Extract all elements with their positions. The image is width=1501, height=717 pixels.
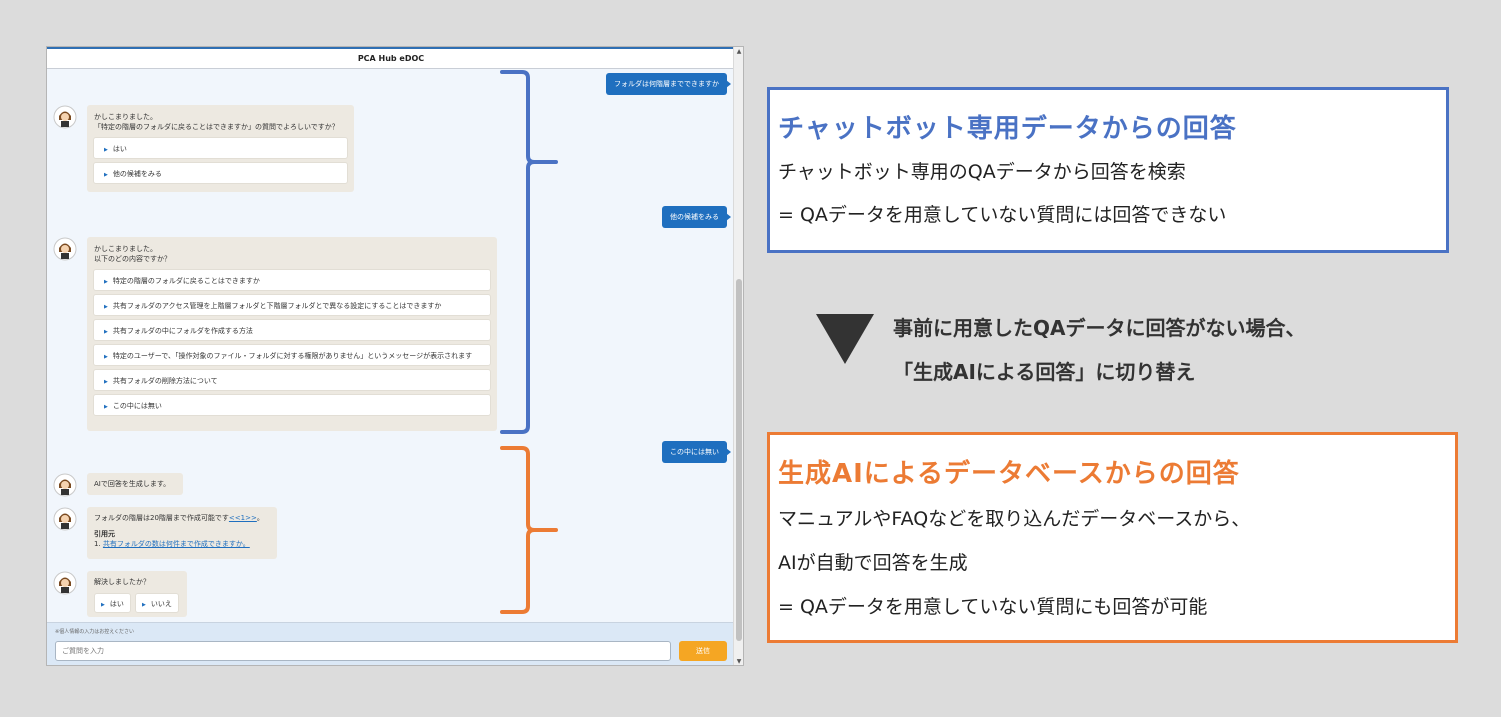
choice-item[interactable]: ▶ 特定のユーザーで、「操作対象のファイル・フォルダに対する権限がありません」とい… [93,344,491,366]
panel-heading: チャットボット専用データからの回答 [778,114,1237,144]
triangle-right-icon: ▶ [142,602,146,608]
chatbot-data-panel: チャットボット専用データからの回答 チャットボット専用のQAデータから回答を検索… [767,87,1449,253]
bot-avatar-icon [53,105,77,129]
bot-message: かしこまりました。 「特定の階層のフォルダに戻ることはできますか」の質問でよろし… [87,105,354,192]
message-input[interactable] [55,641,671,661]
input-area: ※個人情報の入力はお控えください 送信 [47,622,735,665]
triangle-right-icon: ▶ [104,329,108,335]
choice-other-candidates[interactable]: ▶ 他の候補をみる [93,162,348,184]
blue-brace [500,70,558,434]
bot-message: AIで回答を生成します。 [87,473,183,495]
user-message: フォルダは何階層までできますか [606,73,731,95]
panel-text: チャットボット専用のQAデータから回答を検索 [778,161,1186,183]
bot-message: フォルダの階層は20階層まで作成可能です<<1>>。 引用元 1. 共有フォルダ… [87,507,277,559]
input-notice: ※個人情報の入力はお控えください [55,629,135,635]
send-button[interactable]: 送信 [679,641,727,661]
chat-window: PCA Hub eDOC フォルダは何階層までできますか かしこまりました。 「… [46,46,744,666]
triangle-right-icon: ▶ [104,147,108,153]
choice-item[interactable]: ▶ 共有フォルダの中にフォルダを作成する方法 [93,319,491,341]
panel-text: = QAデータを用意していない質問には回答できない [778,204,1227,226]
triangle-right-icon: ▶ [104,172,108,178]
bot-avatar-icon [53,237,77,261]
bot-message-line: 以下のどの内容ですか？ [94,255,171,263]
scroll-up-arrow-icon[interactable]: ▲ [734,47,743,57]
choice-yes[interactable]: ▶ はい [93,137,348,159]
triangle-right-icon: ▶ [104,279,108,285]
bot-message-line: かしこまりました。 [94,113,157,121]
panel-text: AIが自動で回答を生成 [778,552,968,574]
panel-text: = QAデータを用意していない質問にも回答が可能 [778,596,1208,618]
bot-message: 解決しましたか？ ▶ はい ▶ いいえ [87,571,187,617]
transition-text: 事前に用意したQAデータに回答がない場合、 「生成AIによる回答」に切り替え [893,316,1306,384]
source-link[interactable]: 共有フォルダの数は何件まで作成できますか。 [103,540,250,548]
bot-avatar-icon [53,507,77,531]
triangle-right-icon: ▶ [104,304,108,310]
triangle-right-icon: ▶ [104,379,108,385]
resolved-yes-button[interactable]: ▶ はい [94,593,131,613]
choice-item[interactable]: ▶ 特定の階層のフォルダに戻ることはできますか [93,269,491,291]
user-message: 他の候補をみる [662,206,731,228]
bot-message-line: かしこまりました。 [94,245,157,253]
triangle-right-icon: ▶ [104,404,108,410]
reference-link[interactable]: <<1>> [229,514,257,522]
scroll-thumb[interactable] [736,279,742,641]
choice-none[interactable]: ▶ この中には無い [93,394,491,416]
panel-heading: 生成AIによるデータベースからの回答 [778,459,1240,489]
user-message: この中には無い [662,441,731,463]
bot-message: かしこまりました。 以下のどの内容ですか？ ▶ 特定の階層のフォルダに戻ることはで… [87,237,497,431]
choice-item[interactable]: ▶ 共有フォルダのアクセス管理を上階層フォルダと下階層フォルダとで異なる設定にする… [93,294,491,316]
panel-text: マニュアルやFAQなどを取り込んだデータベースから、 [778,508,1251,530]
choice-item[interactable]: ▶ 共有フォルダの削除方法について [93,369,491,391]
chat-area: フォルダは何階層までできますか かしこまりました。 「特定の階層のフォルダに戻る… [47,69,735,622]
orange-brace [500,446,558,614]
scrollbar[interactable]: ▲ ▼ [733,47,743,665]
triangle-right-icon: ▶ [104,354,108,360]
scroll-down-arrow-icon[interactable]: ▼ [734,657,743,665]
triangle-right-icon: ▶ [101,602,105,608]
bot-avatar-icon [53,473,77,497]
source-label: 引用元 [94,530,115,538]
bot-avatar-icon [53,571,77,595]
bot-message-line: 「特定の階層のフォルダに戻ることはできますか」の質問でよろしいですか？ [94,123,339,131]
down-arrow-icon [816,314,874,364]
chat-title: PCA Hub eDOC [47,47,735,69]
resolved-no-button[interactable]: ▶ いいえ [135,593,179,613]
generative-ai-panel: 生成AIによるデータベースからの回答 マニュアルやFAQなどを取り込んだデータベ… [767,432,1458,643]
